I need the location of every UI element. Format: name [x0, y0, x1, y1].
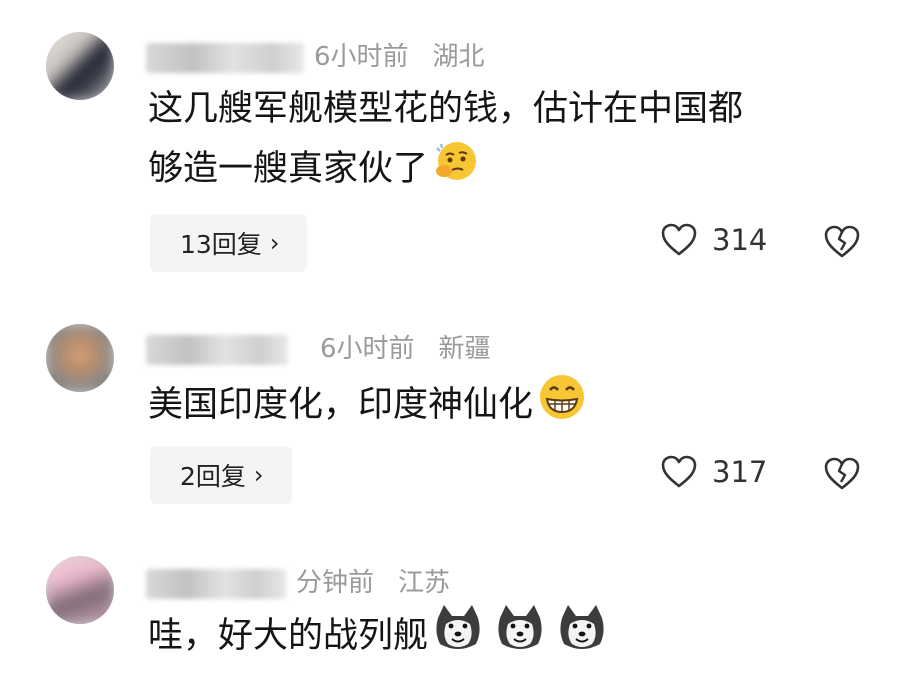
comment-meta: 6小时前 新疆: [146, 328, 491, 365]
username-blurred[interactable]: [146, 334, 288, 365]
husky-dog-emoji: [432, 602, 608, 672]
comment-text-line-text: 够造一艘真家伙了: [148, 149, 429, 189]
comment-location: 湖北: [432, 42, 485, 72]
thinking-face-emoji: [432, 138, 478, 202]
chevron-right-icon: ›: [253, 461, 264, 489]
like-count: 317: [712, 455, 768, 489]
reply-button[interactable]: 13回复 ›: [150, 214, 308, 272]
reply-label: 2回复: [180, 462, 246, 491]
heart-outline-icon: [661, 455, 697, 488]
comment-location: 新疆: [438, 334, 491, 364]
comment-location: 江苏: [398, 568, 451, 598]
comment-time: 分钟前: [296, 568, 375, 598]
reply-label: 13回复: [180, 230, 262, 259]
comment-text-line: 哇，好大的战列舰: [148, 602, 608, 672]
heart-outline-icon: [661, 223, 697, 256]
avatar[interactable]: [46, 324, 114, 392]
comment-meta: 分钟前 江苏: [146, 562, 450, 599]
like-count: 314: [712, 223, 768, 257]
broken-heart-icon: [824, 457, 860, 490]
comment-text-line-text: 哇，好大的战列舰: [148, 616, 429, 656]
grinning-face-emoji: [537, 372, 587, 440]
comment-text: 哇，好大的战列舰: [148, 602, 608, 672]
avatar[interactable]: [46, 32, 114, 100]
reply-button[interactable]: 2回复 ›: [150, 446, 292, 504]
like-button[interactable]: 317: [660, 454, 767, 490]
comment-text-line: 这几艘军舰模型花的钱，估计在中国都: [148, 89, 744, 129]
dislike-button[interactable]: [823, 224, 861, 264]
username-blurred[interactable]: [146, 42, 304, 73]
comment-text-line-text: 美国印度化，印度神仙化: [148, 385, 534, 425]
like-button[interactable]: 314: [660, 222, 767, 258]
comment-meta: 6小时前 湖北: [146, 36, 485, 73]
comment-time: 6小时前: [320, 334, 415, 364]
comment-text-line-2: 够造一艘真家伙了: [148, 138, 743, 202]
comment-text: 美国印度化，印度神仙化: [148, 372, 587, 440]
comment-text: 这几艘军舰模型花的钱，估计在中国都 够造一艘真家伙了: [148, 80, 743, 202]
comment-text-line: 美国印度化，印度神仙化: [148, 372, 587, 440]
avatar[interactable]: [46, 556, 114, 624]
broken-heart-icon: [824, 225, 860, 258]
chevron-right-icon: ›: [269, 229, 280, 257]
husky-dog-emoji: [436, 605, 480, 649]
username-blurred[interactable]: [146, 568, 286, 599]
dislike-button[interactable]: [823, 456, 861, 496]
comment-time: 6小时前: [314, 42, 409, 72]
